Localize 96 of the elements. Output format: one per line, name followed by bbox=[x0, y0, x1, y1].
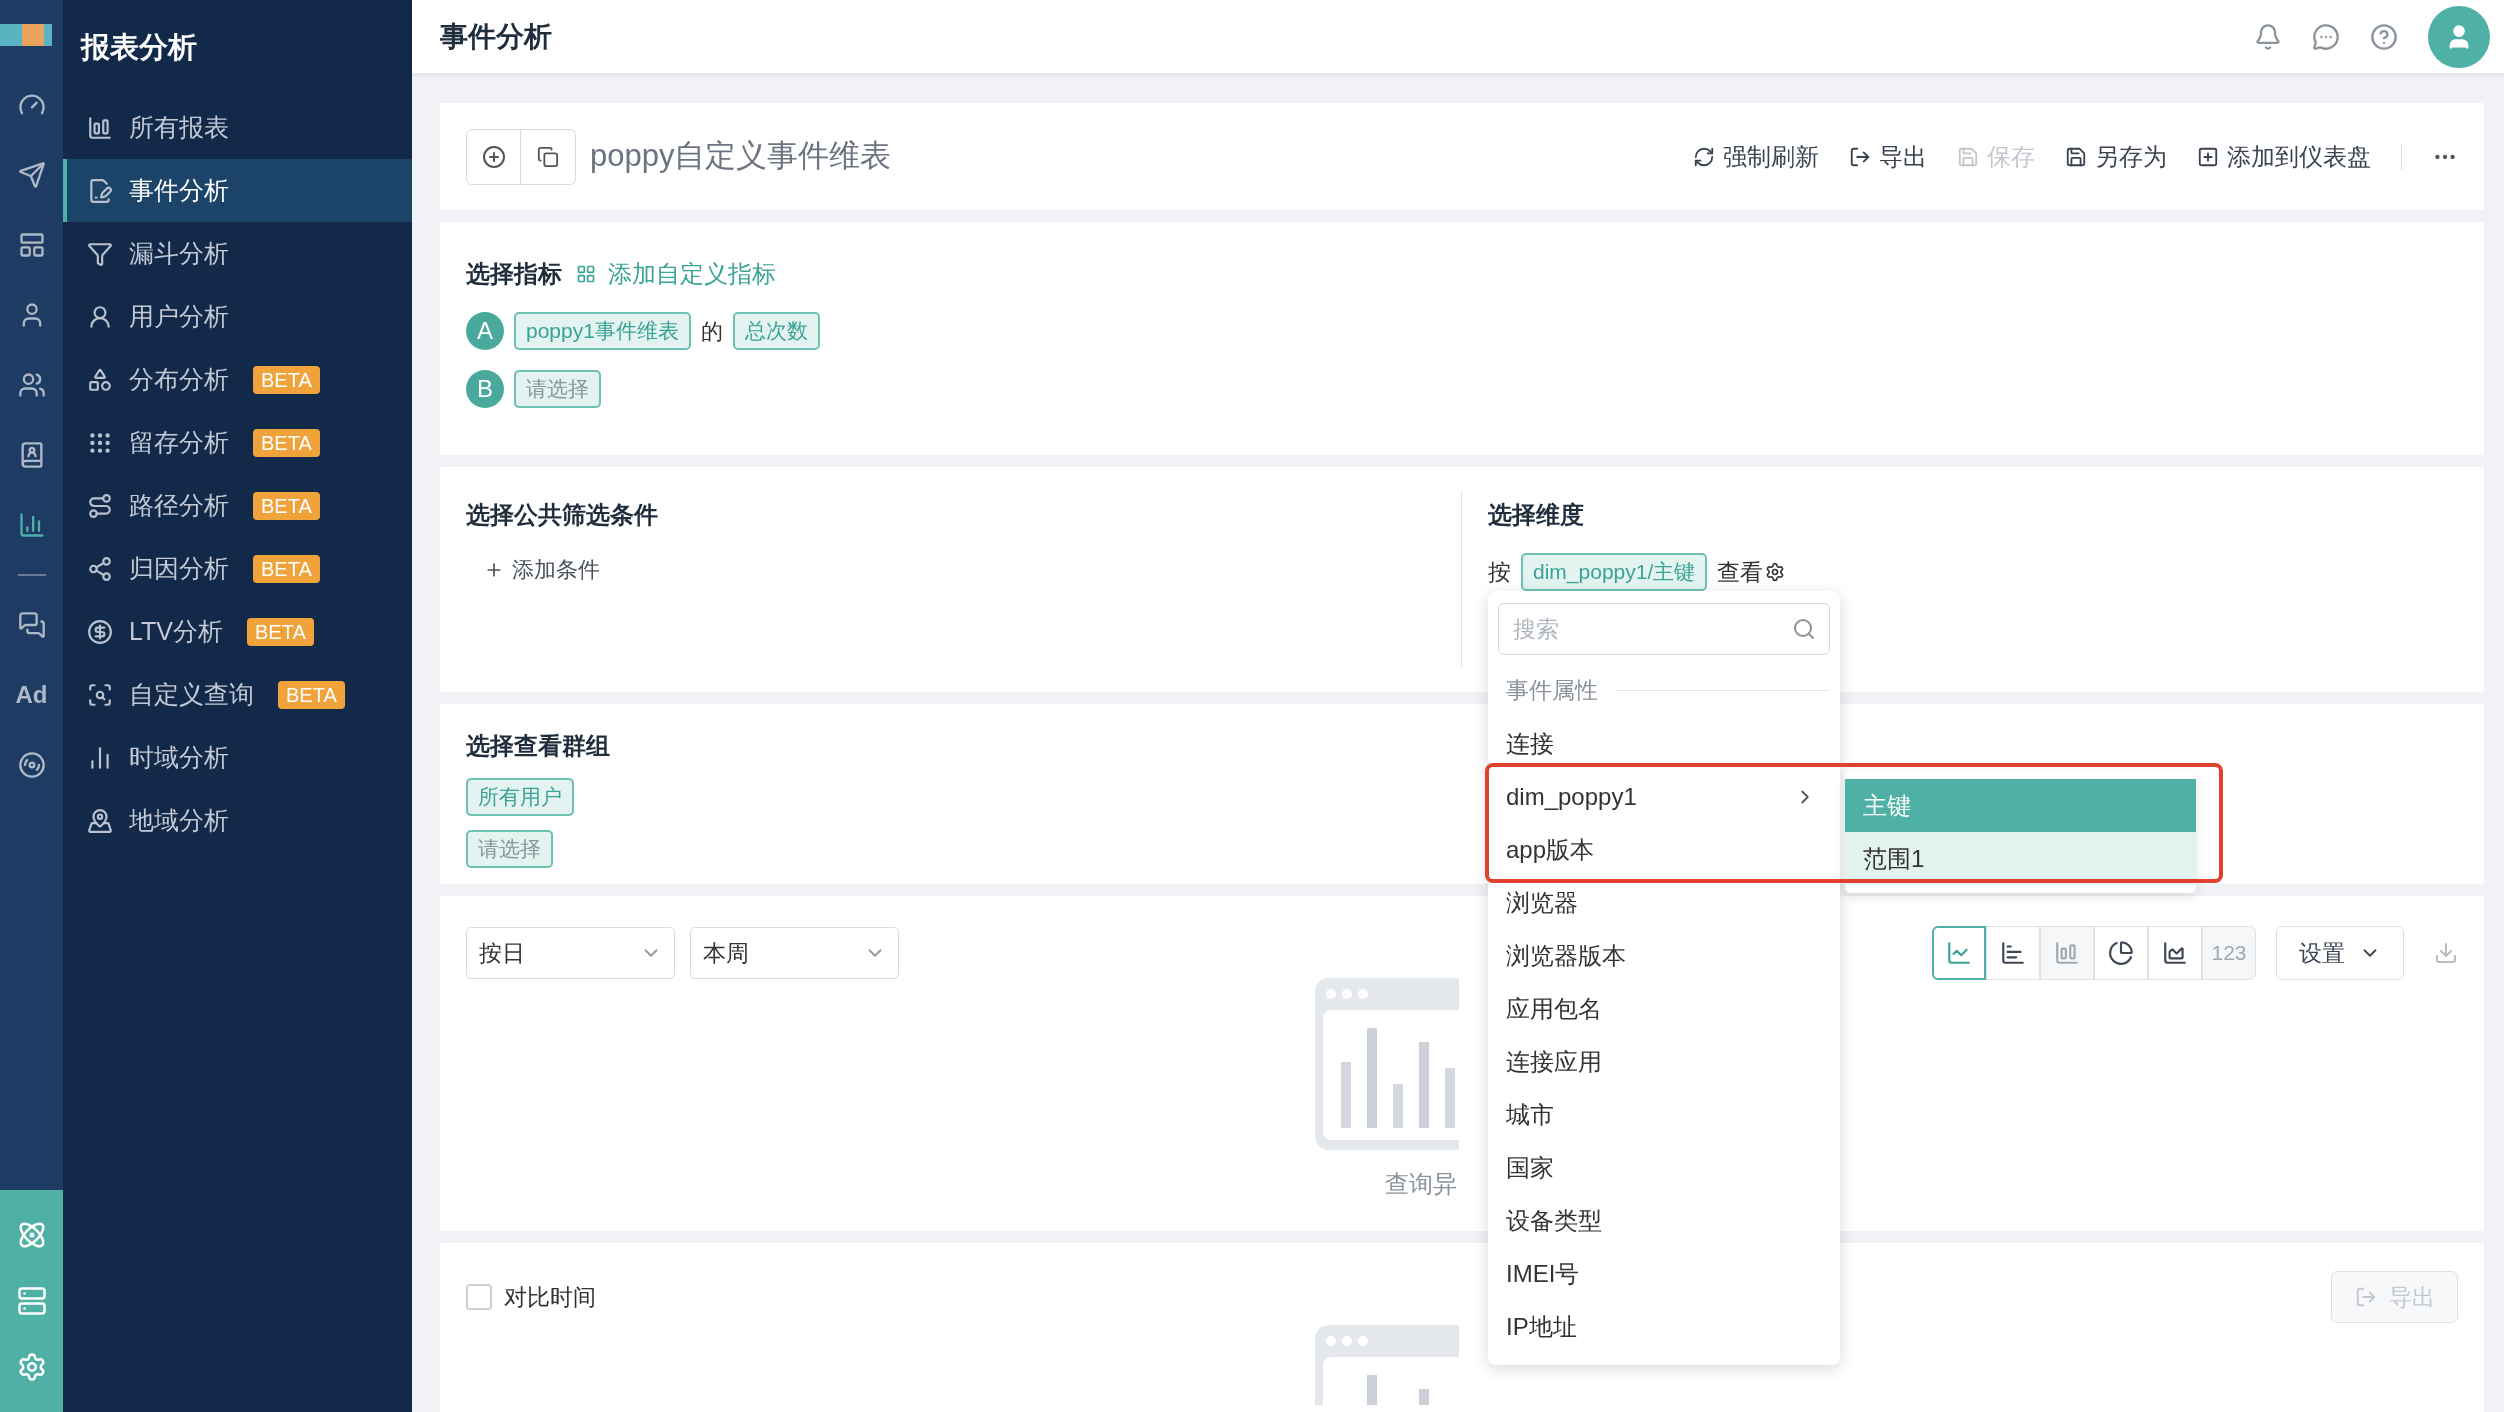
bar-chart-icon bbox=[2000, 940, 2026, 966]
sidebar-item[interactable]: 事件分析 bbox=[63, 159, 412, 222]
server-icon[interactable] bbox=[16, 1286, 47, 1316]
bar-chart-icon bbox=[87, 114, 113, 141]
section-heading: 选择维度 bbox=[1488, 500, 1585, 530]
section-heading: 选择查看群组 bbox=[466, 731, 610, 761]
copy-button[interactable] bbox=[521, 128, 576, 185]
sidebar-item[interactable]: 留存分析 BETA bbox=[63, 411, 412, 474]
metric-letter: B bbox=[466, 370, 504, 408]
chat-icon[interactable] bbox=[17, 611, 46, 639]
copy-icon bbox=[537, 145, 559, 168]
dropdown-item[interactable]: 连接应用 bbox=[1498, 1045, 1830, 1078]
add-circle-icon bbox=[481, 144, 506, 169]
pie-chart-icon bbox=[2108, 940, 2134, 966]
select-field[interactable]: 按日 bbox=[466, 927, 675, 979]
sidebar-item[interactable]: 路径分析 BETA bbox=[63, 474, 412, 537]
search-field[interactable]: 搜索 bbox=[1498, 603, 1830, 655]
search-icon bbox=[1792, 617, 1816, 641]
dropdown-item[interactable]: 应用包名 bbox=[1498, 992, 1830, 1025]
sidebar-item[interactable]: 漏斗分析 bbox=[63, 222, 412, 285]
send-icon[interactable] bbox=[17, 161, 46, 189]
dropdown-item[interactable]: 连接 bbox=[1498, 727, 1830, 760]
dropdown-item[interactable]: 城市 bbox=[1498, 1098, 1830, 1131]
users-icon[interactable] bbox=[17, 371, 46, 399]
section-heading: 选择指标 bbox=[466, 259, 562, 289]
dropdown-item[interactable]: app版本 bbox=[1498, 833, 1830, 866]
dropdown-item[interactable]: 浏览器版本 bbox=[1498, 939, 1830, 972]
bar-chart-icon[interactable] bbox=[17, 511, 46, 539]
area-chart-icon bbox=[2162, 940, 2188, 966]
toolbar-action[interactable]: 添加到仪表盘 bbox=[2197, 138, 2371, 175]
metric-letter: A bbox=[466, 312, 504, 350]
view-label: 查看 bbox=[1717, 557, 1764, 587]
sidebar-item[interactable]: 自定义查询 BETA bbox=[63, 663, 412, 726]
dropdown-item[interactable]: 设备类型 bbox=[1498, 1204, 1830, 1237]
section-heading: 选择公共筛选条件 bbox=[466, 500, 658, 530]
grid-icon bbox=[576, 264, 596, 284]
sidebar-item[interactable]: 用户分析 bbox=[63, 285, 412, 348]
page-title: 事件分析 bbox=[440, 19, 552, 54]
sidebar-title: 报表分析 bbox=[79, 30, 198, 66]
beta-badge: BETA bbox=[253, 428, 320, 457]
stacked-chart-icon bbox=[2054, 940, 2080, 966]
edit-icon bbox=[87, 177, 113, 204]
toolbar-action[interactable]: 导出 bbox=[1849, 138, 1927, 175]
sidebar-item[interactable]: 归因分析 BETA bbox=[63, 537, 412, 600]
route-icon bbox=[87, 492, 113, 519]
settings-icon[interactable] bbox=[1765, 562, 1786, 582]
save-icon bbox=[2065, 145, 2087, 168]
compare-checkbox[interactable]: 对比时间 bbox=[466, 1279, 596, 1315]
refresh-icon bbox=[1693, 145, 1715, 168]
coin-icon bbox=[87, 618, 113, 645]
share-icon bbox=[87, 555, 113, 582]
atom-icon[interactable] bbox=[16, 1220, 47, 1250]
export-icon bbox=[1849, 145, 1871, 168]
beta-badge: BETA bbox=[253, 491, 320, 520]
dropdown-item[interactable]: IP地址 bbox=[1498, 1310, 1830, 1343]
shapes-icon bbox=[87, 366, 113, 393]
toolbar-action[interactable]: 另存为 bbox=[2065, 138, 2167, 175]
select-field[interactable]: 本周 bbox=[690, 927, 899, 979]
layout-icon[interactable] bbox=[17, 231, 46, 259]
sidebar-item[interactable]: LTV分析 BETA bbox=[63, 600, 412, 663]
ad-nav-item[interactable]: Ad bbox=[15, 677, 48, 713]
sidebar-item[interactable]: 所有报表 bbox=[63, 96, 412, 159]
group-label: 事件属性 bbox=[1506, 675, 1598, 705]
funnel-icon bbox=[87, 240, 113, 267]
disc-icon[interactable] bbox=[17, 751, 46, 779]
dropdown-item[interactable]: dim_poppy1 bbox=[1498, 780, 1830, 813]
dropdown-item[interactable]: 浏览器 bbox=[1498, 886, 1830, 919]
scan-icon bbox=[87, 681, 113, 708]
dropdown-item[interactable]: 国家 bbox=[1498, 1151, 1830, 1184]
beta-badge: BETA bbox=[247, 617, 314, 646]
connector-text: 的 bbox=[700, 317, 723, 346]
settings-dropdown[interactable]: 设置 bbox=[2276, 926, 2404, 980]
toolbar-action[interactable]: 强制刷新 bbox=[1693, 138, 1819, 175]
user-icon bbox=[87, 303, 113, 330]
empty-state-text: 查询异 bbox=[1385, 1169, 1457, 1199]
submenu-item[interactable]: 范围1 bbox=[1845, 832, 2196, 885]
line-chart-icon bbox=[1946, 940, 1972, 966]
report-title: poppy自定义事件维表 bbox=[590, 137, 892, 176]
add-button[interactable] bbox=[466, 128, 521, 185]
logo-icon bbox=[0, 24, 52, 46]
save-icon bbox=[1957, 145, 1979, 168]
map-pin-icon bbox=[87, 807, 113, 834]
dropdown-item[interactable]: IMEI号 bbox=[1498, 1257, 1830, 1290]
message-icon[interactable] bbox=[2312, 22, 2340, 51]
sidebar-item[interactable]: 分布分析 BETA bbox=[63, 348, 412, 411]
help-icon[interactable] bbox=[2370, 22, 2398, 51]
beta-badge: BETA bbox=[278, 680, 345, 709]
notification-icon[interactable] bbox=[2254, 22, 2282, 51]
sidebar-item[interactable]: 地域分析 bbox=[63, 789, 412, 852]
export-icon bbox=[2354, 1286, 2377, 1308]
add-condition-button[interactable]: 添加条件 bbox=[484, 553, 600, 586]
by-label: 按 bbox=[1488, 557, 1511, 587]
beta-badge: BETA bbox=[253, 365, 320, 394]
beta-badge: BETA bbox=[253, 554, 320, 583]
add-square-icon bbox=[2197, 145, 2219, 168]
sidebar-item[interactable]: 时域分析 bbox=[63, 726, 412, 789]
